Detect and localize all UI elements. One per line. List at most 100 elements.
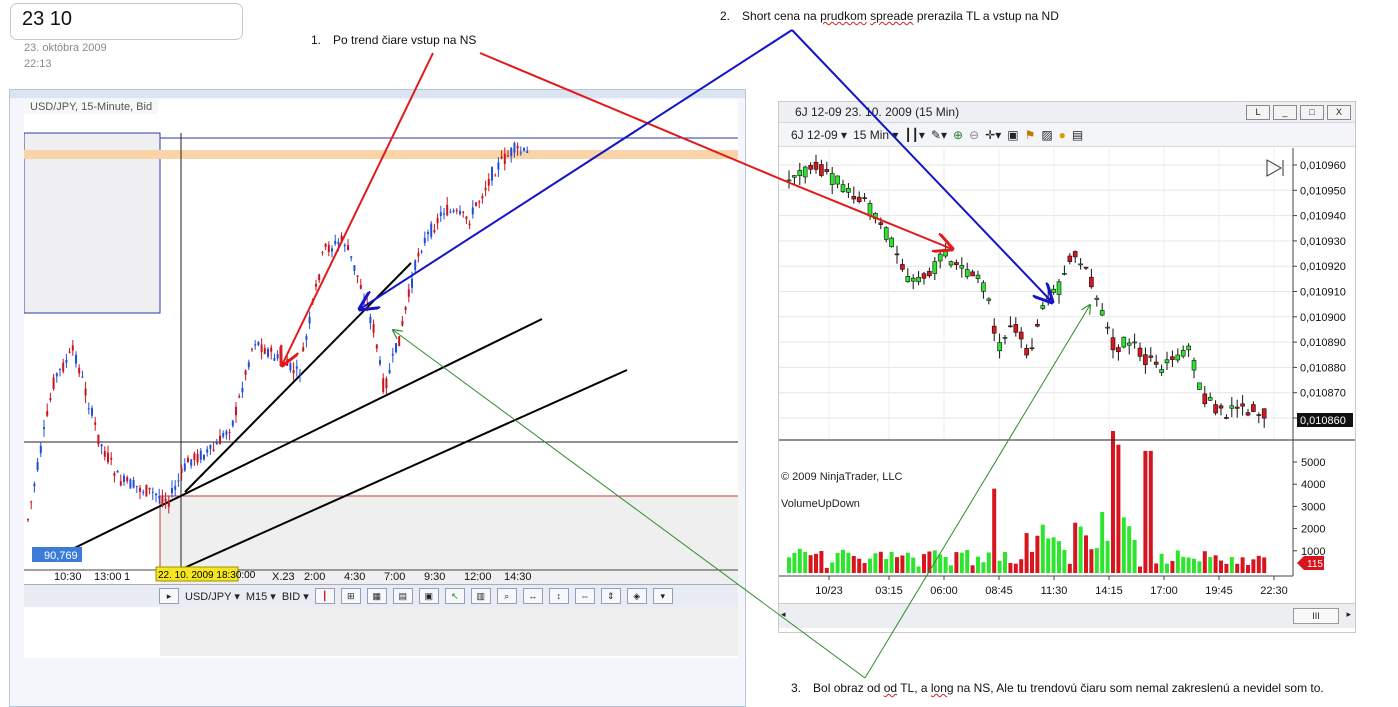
zoom-in-icon[interactable]: ⊕ (953, 128, 963, 142)
tool-icon-6[interactable]: ↔ (522, 588, 543, 604)
left-candle-body (478, 201, 481, 203)
cursor-icon[interactable]: ↖ (444, 588, 465, 604)
draw-tool-icon[interactable]: ✎▾ (931, 128, 947, 142)
tool-icon-10[interactable]: ◈ (626, 588, 647, 604)
nt-volume-bar (1143, 450, 1148, 573)
timeframe-dropdown[interactable]: M15 ▾ (246, 590, 276, 603)
nt-volume-bar (1111, 431, 1115, 573)
left-candle-body (62, 362, 65, 372)
left-candle-body (94, 422, 97, 425)
scroll-right-icon[interactable]: ▸ (1346, 609, 1351, 620)
left-candle-body (119, 481, 122, 486)
nt-volume-bar (1013, 563, 1018, 573)
nt-volume-bar (873, 553, 878, 573)
nt-candle-body (916, 277, 921, 283)
nt-volume-bar (1057, 541, 1061, 573)
nt-volume-bar (927, 551, 932, 573)
instrument-dropdown[interactable]: 6J 12-09 ▾ (791, 128, 847, 142)
link-button[interactable]: L (1246, 105, 1270, 120)
nt-volume-bar (986, 552, 991, 573)
nt-chart-canvas[interactable]: 0,010960 0,010950 0,010940 0,010930 0,010920… (779, 148, 1355, 628)
left-candle-body (404, 306, 407, 310)
nt-volume-bar (1192, 558, 1196, 573)
scroll-left-button[interactable]: ▸ (159, 588, 179, 604)
chart-style-icon[interactable]: ┃┃▾ (904, 128, 924, 142)
ninjatrader-chart-window[interactable]: 6J 12-09 23. 10. 2009 (15 Min) L _ □ X 6… (778, 101, 1356, 633)
nt-price-chart[interactable]: 0,010960 0,010950 0,010940 0,010930 0,010920… (779, 148, 1355, 597)
nt-volume-bar (1159, 553, 1164, 573)
nt-candle-body (792, 175, 797, 178)
left-price-chart[interactable]: 10:30 13:00 1 X.23 2:00 4:30 7:00 9:30 12:00 14:3… (24, 100, 738, 658)
left-candle-body (135, 485, 138, 487)
side-dropdown[interactable]: BID ▾ (282, 590, 309, 603)
left-candle-body (116, 470, 119, 473)
crosshair-icon[interactable]: ✛▾ (985, 128, 1001, 142)
left-candle-body (78, 367, 81, 374)
left-candle-body (398, 336, 401, 347)
left-x-tick: 10:30 (54, 571, 82, 583)
tool-icon-8[interactable]: ⇔ (574, 588, 595, 604)
close-button[interactable]: X (1327, 105, 1351, 120)
nt-candle-body (862, 197, 867, 199)
left-candle-body (158, 496, 161, 499)
tool-icon-9[interactable]: ⇕ (600, 588, 621, 604)
money-icon[interactable]: ● (1059, 128, 1066, 142)
zoom-icon[interactable]: ⌕ (496, 588, 517, 604)
tool-icon-7[interactable]: ↕ (548, 588, 569, 604)
left-candle-body (279, 357, 282, 362)
left-candle-body (526, 151, 529, 153)
left-chart-canvas[interactable]: 10:30 13:00 1 X.23 2:00 4:30 7:00 9:30 12:00 14:3… (24, 100, 738, 658)
nt-scrollbar[interactable]: ◂ III ▸ (779, 603, 1355, 628)
nt-candle-body (921, 273, 927, 279)
volume-indicator-label: VolumeUpDown (781, 498, 860, 510)
left-candle-body (267, 349, 269, 357)
scroll-left-icon[interactable]: ◂ (781, 609, 786, 620)
left-candle-body (321, 252, 324, 254)
nt-volume-bar (905, 552, 910, 573)
left-candle-body (260, 344, 263, 352)
tool-icon-3[interactable]: ▤ (392, 588, 413, 604)
left-candle-body (295, 366, 298, 369)
candle-type-icon[interactable]: ┃ (314, 588, 335, 604)
tool-icon-2[interactable]: ▦ (366, 588, 387, 604)
left-candle-body (468, 223, 471, 226)
left-candle-body (107, 452, 109, 463)
left-candle-body (407, 289, 410, 297)
nt-toolbar: 6J 12-09 ▾ 15 Min ▾ ┃┃▾ ✎▾ ⊕ ⊖ ✛▾ ▣ ⚑ ▨ … (779, 123, 1355, 147)
tool-icon-11[interactable]: ▾ (652, 588, 673, 604)
interval-dropdown[interactable]: 15 Min ▾ (853, 128, 898, 142)
symbol-dropdown[interactable]: USD/JPY ▾ (185, 590, 240, 603)
left-candle-body (315, 283, 317, 287)
properties-icon[interactable]: ▣ (1007, 128, 1018, 142)
left-x-tick: 4:30 (344, 571, 365, 583)
left-candle-body (443, 213, 445, 215)
tool-icon-5[interactable]: ▥ (470, 588, 491, 604)
nt-title-bar[interactable]: 6J 12-09 23. 10. 2009 (15 Min) L _ □ X (779, 102, 1355, 123)
left-candle-body (251, 348, 253, 350)
maximize-button[interactable]: □ (1300, 105, 1324, 120)
left-candle-body (379, 360, 381, 365)
scroll-thumb[interactable]: III (1293, 608, 1339, 624)
strategies-icon[interactable]: ▨ (1041, 128, 1052, 142)
left-window-top-bar[interactable] (10, 90, 745, 98)
left-candle-body (414, 260, 417, 270)
zoom-out-icon[interactable]: ⊖ (969, 128, 979, 142)
indicators-icon[interactable]: ⚑ (1025, 128, 1036, 142)
left-candle-body (507, 155, 509, 157)
tool-icon-4[interactable]: ▣ (418, 588, 439, 604)
nt-candle-body (1261, 408, 1267, 419)
left-candle-body (55, 373, 58, 377)
annotation-1: 1. Po trend čiare vstup na NS (311, 33, 477, 47)
left-candle-body (190, 459, 193, 466)
left-candle-body (401, 320, 404, 326)
data-box-icon[interactable]: ▤ (1072, 128, 1083, 142)
nt-volume-bar (949, 565, 953, 573)
nt-price-tick-label: 0,010890 (1300, 337, 1346, 349)
minimize-button[interactable]: _ (1273, 105, 1297, 120)
left-candle-body (49, 398, 52, 400)
left-candle-body (161, 496, 164, 504)
left-candle-body (225, 431, 228, 435)
nt-volume-bar (1024, 533, 1029, 573)
left-chart-window[interactable]: 10:30 13:00 1 X.23 2:00 4:30 7:00 9:30 12:00 14:3… (9, 89, 746, 707)
tool-icon-1[interactable]: ⊞ (340, 588, 361, 604)
